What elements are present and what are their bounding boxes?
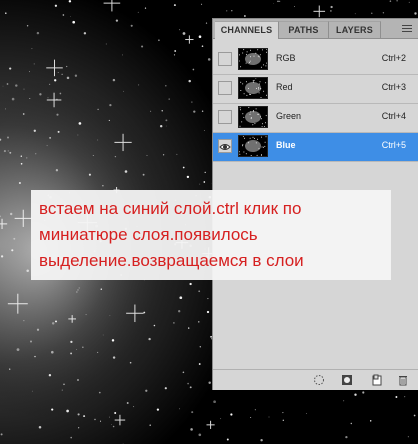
eye-icon: [219, 144, 231, 150]
channel-name: Green: [276, 111, 302, 121]
channel-shortcut: Ctrl+2: [381, 53, 406, 63]
channel-shortcut: Ctrl+3: [381, 82, 406, 92]
save-selection-icon[interactable]: [341, 374, 353, 386]
channel-name: Red: [276, 82, 293, 92]
channel-row-red[interactable]: Red Ctrl+3: [213, 75, 418, 104]
delete-channel-icon[interactable]: [397, 374, 409, 386]
channel-row-rgb[interactable]: RGB Ctrl+2: [213, 46, 418, 75]
channel-name: RGB: [276, 53, 296, 63]
channel-list: RGB Ctrl+2 Red Ctrl+3 Green Ctrl+4 Blue: [213, 46, 418, 162]
panel-bottom-bar: [213, 369, 418, 390]
channel-shortcut: Ctrl+5: [381, 140, 406, 150]
tab-channels[interactable]: CHANNELS: [215, 21, 279, 39]
tab-layers[interactable]: LAYERS: [329, 21, 381, 38]
visibility-toggle[interactable]: [218, 52, 232, 66]
channel-row-green[interactable]: Green Ctrl+4: [213, 104, 418, 133]
annotation-text: встаем на синий слой.ctrl клик по миниат…: [39, 199, 304, 270]
channel-shortcut: Ctrl+4: [381, 111, 406, 121]
visibility-toggle[interactable]: [218, 139, 232, 153]
channel-thumbnail[interactable]: [238, 135, 268, 157]
visibility-toggle[interactable]: [218, 81, 232, 95]
new-channel-icon[interactable]: [371, 374, 383, 386]
channel-thumbnail[interactable]: [238, 48, 268, 70]
panel-tab-bar: CHANNELS PATHS LAYERS: [213, 19, 418, 39]
panel-menu-icon[interactable]: [402, 25, 412, 33]
channel-name: Blue: [276, 140, 296, 150]
tab-paths[interactable]: PATHS: [279, 21, 329, 38]
channel-row-blue[interactable]: Blue Ctrl+5: [213, 133, 418, 162]
load-selection-icon[interactable]: [313, 374, 325, 386]
annotation-box: встаем на синий слой.ctrl клик по миниат…: [31, 190, 391, 280]
channel-thumbnail[interactable]: [238, 77, 268, 99]
visibility-toggle[interactable]: [218, 110, 232, 124]
channel-thumbnail[interactable]: [238, 106, 268, 128]
